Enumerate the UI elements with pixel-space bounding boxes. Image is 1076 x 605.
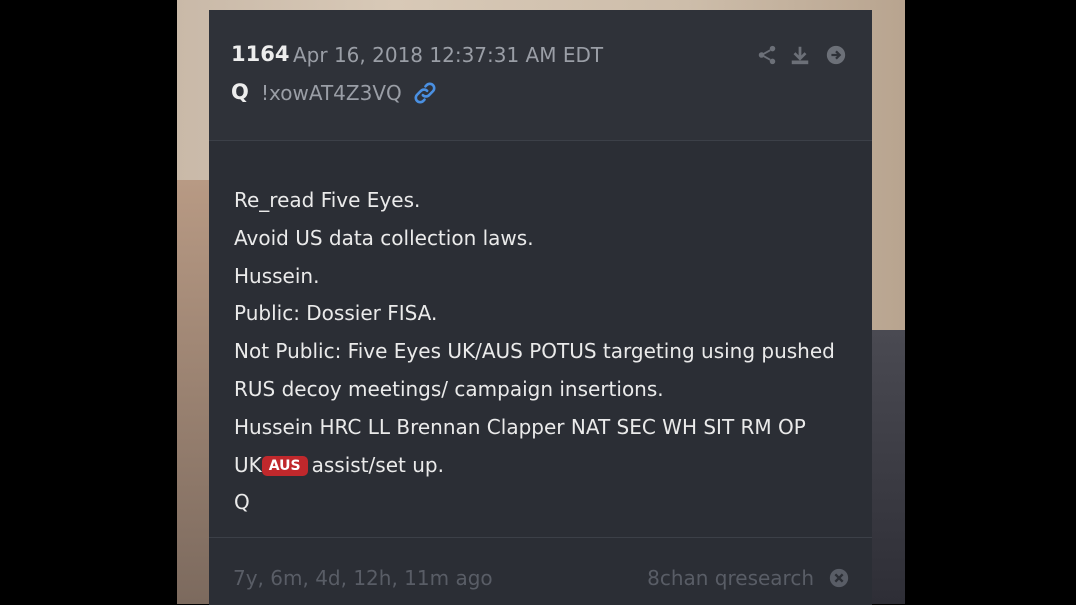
post-age: 7y, 6m, 4d, 12h, 11m ago (233, 566, 493, 590)
post-body: Re_read Five Eyes. Avoid US data collect… (234, 182, 854, 522)
post-line: Not Public: Five Eyes UK/AUS POTUS targe… (234, 339, 835, 364)
post-header: 1164 Apr 16, 2018 12:37:31 AM EDT Q !xow… (209, 10, 872, 141)
post-line: Hussein HRC LL Brennan Clapper NAT SEC W… (234, 414, 806, 439)
post-line: Re_read Five Eyes. (234, 188, 421, 212)
post-signature: Q (234, 490, 250, 515)
aus-tag-badge: AUS (261, 455, 308, 476)
backdrop-shadow-left (177, 180, 209, 604)
post-footer: 7y, 6m, 4d, 12h, 11m ago 8chan qresearch (209, 537, 872, 605)
close-circle-icon[interactable] (828, 567, 850, 589)
post-card: 1164 Apr 16, 2018 12:37:31 AM EDT Q !xow… (209, 10, 872, 605)
arrow-right-circle-icon[interactable] (825, 44, 847, 66)
download-icon[interactable] (789, 44, 811, 66)
post-line: Hussein. (234, 263, 320, 288)
post-line: RUS decoy meetings/ campaign insertions. (234, 376, 664, 401)
post-line-suffix: assist/set up. (311, 452, 444, 477)
post-tripcode: !xowAT4Z3VQ (261, 81, 402, 105)
post-number[interactable]: 1164 (231, 42, 289, 66)
post-line-prefix: UK (234, 452, 262, 477)
post-line: Avoid US data collection laws. (234, 225, 534, 250)
board-name[interactable]: 8chan qresearch (647, 566, 814, 590)
share-icon[interactable] (756, 44, 778, 66)
post-line: UK AUS assist/set up. (234, 447, 854, 485)
post-author: Q (231, 80, 249, 104)
post-date: Apr 16, 2018 12:37:31 AM EDT (293, 43, 604, 67)
link-icon[interactable] (412, 80, 438, 106)
post-line: Public: Dossier FISA. (234, 301, 438, 326)
